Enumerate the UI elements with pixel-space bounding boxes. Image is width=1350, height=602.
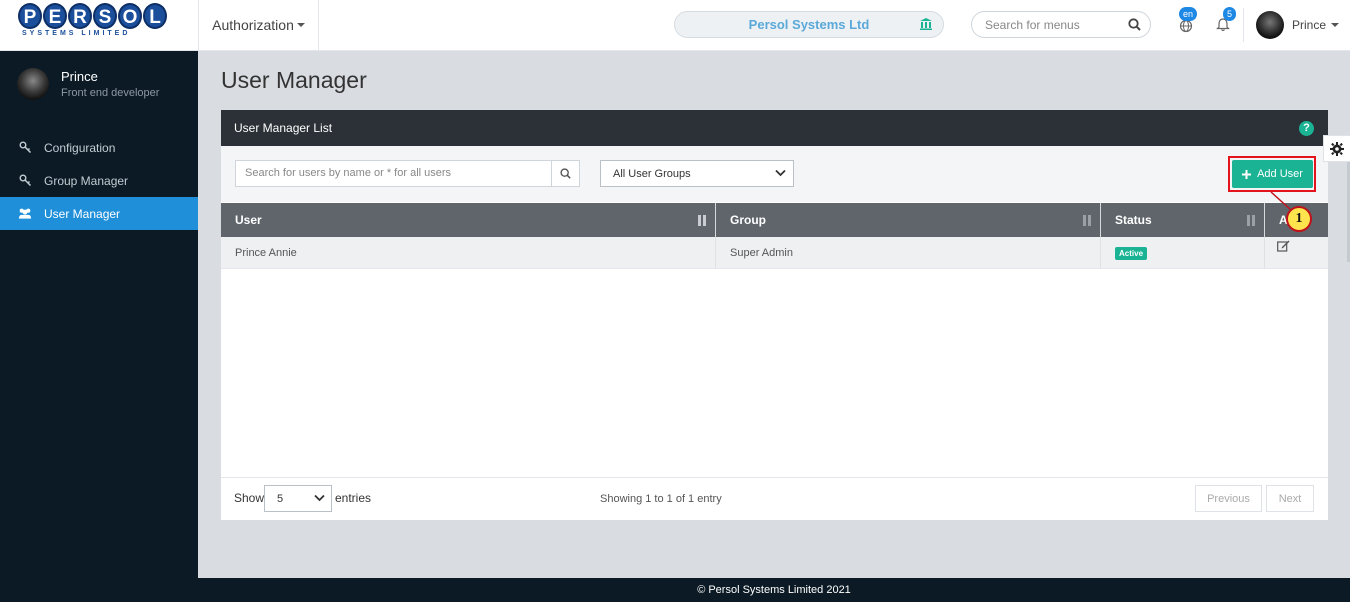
cell-group: Super Admin [716, 237, 1101, 269]
search-icon[interactable] [1128, 18, 1141, 31]
sidebar: Prince Front end developer Configuration… [0, 51, 198, 602]
caret-down-icon [1331, 23, 1340, 27]
user-name: Prince [1292, 18, 1327, 32]
search-icon [560, 168, 571, 179]
logo-letter: P [18, 3, 42, 29]
language-switcher[interactable]: en [1176, 7, 1198, 34]
table-header: User Group Status A [221, 203, 1328, 237]
page-footer: © Persol Systems Limited 2021 [198, 578, 1350, 602]
language-badge: en [1179, 7, 1198, 21]
top-bar: P E R S O L SYSTEMS LIMITED Authorizatio… [0, 0, 1350, 51]
column-header-status[interactable]: Status [1101, 203, 1265, 237]
logo-letter: S [93, 3, 117, 29]
logo-letter: R [68, 3, 92, 29]
settings-panel-toggle[interactable] [1323, 135, 1350, 162]
user-search-input[interactable] [245, 167, 535, 179]
table-footer: Show 5 entries Showing 1 to 1 of 1 entry… [221, 477, 1328, 520]
menu-search[interactable] [971, 11, 1151, 38]
copyright-text: © Persol Systems Limited 2021 [697, 584, 851, 596]
user-group-filter[interactable]: All User Groups [600, 160, 794, 187]
users-icon [18, 207, 32, 221]
sidebar-item-user-manager[interactable]: User Manager [0, 197, 198, 230]
column-header-user[interactable]: User [221, 203, 716, 237]
sidebar-item-label: User Manager [44, 206, 121, 221]
table-info: Showing 1 to 1 of 1 entry [600, 493, 722, 505]
sidebar-profile: Prince Front end developer [17, 68, 159, 100]
logo-letter: L [143, 3, 167, 29]
logo-letter: O [118, 3, 142, 29]
gear-icon [1330, 141, 1344, 156]
show-label: Show [234, 491, 265, 505]
user-manager-card: User Manager List ? All User Groups Add … [221, 110, 1328, 520]
profile-role: Front end developer [61, 87, 160, 99]
user-search[interactable] [235, 160, 553, 187]
column-header-label: User [235, 213, 262, 227]
globe-icon [1179, 19, 1193, 33]
notification-count-badge: 5 [1223, 7, 1237, 21]
cell-status: Active [1101, 237, 1265, 269]
sidebar-item-label: Group Manager [44, 173, 129, 188]
company-selector[interactable]: Persol Systems Ltd [674, 11, 944, 38]
authorization-menu-label: Authorization [212, 17, 294, 33]
sidebar-item-group-manager[interactable]: Group Manager [0, 164, 198, 197]
chevron-down-icon [314, 494, 325, 502]
entries-per-page-value: 5 [277, 492, 284, 505]
user-search-button[interactable] [551, 160, 580, 187]
sidebar-nav: Configuration Group Manager User Manager [0, 131, 198, 230]
table-row[interactable]: Prince Annie Super Admin Active [221, 237, 1328, 269]
sort-icon [698, 215, 706, 226]
caret-down-icon [296, 23, 305, 27]
avatar [17, 68, 49, 100]
menu-search-input[interactable] [985, 18, 1125, 32]
page-title: User Manager [221, 67, 367, 93]
column-header-label: Status [1115, 213, 1152, 227]
sort-icon [1083, 215, 1091, 226]
user-menu[interactable]: Prince [1256, 11, 1340, 39]
profile-name: Prince [61, 69, 98, 84]
company-name: Persol Systems Ltd [748, 17, 870, 32]
cell-action [1265, 237, 1328, 269]
column-header-group[interactable]: Group [716, 203, 1101, 237]
persol-logo[interactable]: P E R S O L SYSTEMS LIMITED [18, 3, 178, 43]
avatar [1256, 11, 1284, 39]
sidebar-item-configuration[interactable]: Configuration [0, 131, 198, 164]
status-badge: Active [1115, 246, 1148, 260]
user-group-filter-value: All User Groups [613, 167, 691, 180]
key-icon [18, 141, 32, 155]
notifications-button[interactable]: 5 [1213, 7, 1237, 34]
authorization-menu[interactable]: Authorization [198, 0, 319, 51]
cell-user: Prince Annie [221, 237, 716, 269]
logo-letters: P E R S O L [18, 3, 178, 29]
entries-label: entries [335, 491, 372, 505]
plus-icon [1242, 169, 1252, 179]
previous-page-button[interactable]: Previous [1195, 485, 1262, 512]
sort-icon [1247, 215, 1255, 226]
add-user-button[interactable]: Add User [1232, 160, 1313, 188]
callout-marker: 1 [1286, 206, 1312, 232]
logo-letter: E [43, 3, 67, 29]
divider [1243, 8, 1244, 42]
edit-icon[interactable] [1277, 240, 1290, 252]
bank-icon [920, 18, 932, 30]
card-title: User Manager List [234, 121, 333, 135]
logo-subtitle: SYSTEMS LIMITED [22, 30, 131, 37]
help-icon[interactable]: ? [1299, 121, 1314, 136]
chevron-down-icon [775, 169, 786, 177]
card-header: User Manager List ? [221, 110, 1328, 146]
entries-per-page-select[interactable]: 5 [264, 485, 332, 512]
add-user-label: Add User [1257, 168, 1303, 180]
next-page-button[interactable]: Next [1266, 485, 1314, 512]
key-icon [18, 174, 32, 188]
card-toolbar: All User Groups Add User [221, 146, 1328, 202]
sidebar-item-label: Configuration [44, 140, 116, 155]
column-header-label: Group [730, 213, 766, 227]
